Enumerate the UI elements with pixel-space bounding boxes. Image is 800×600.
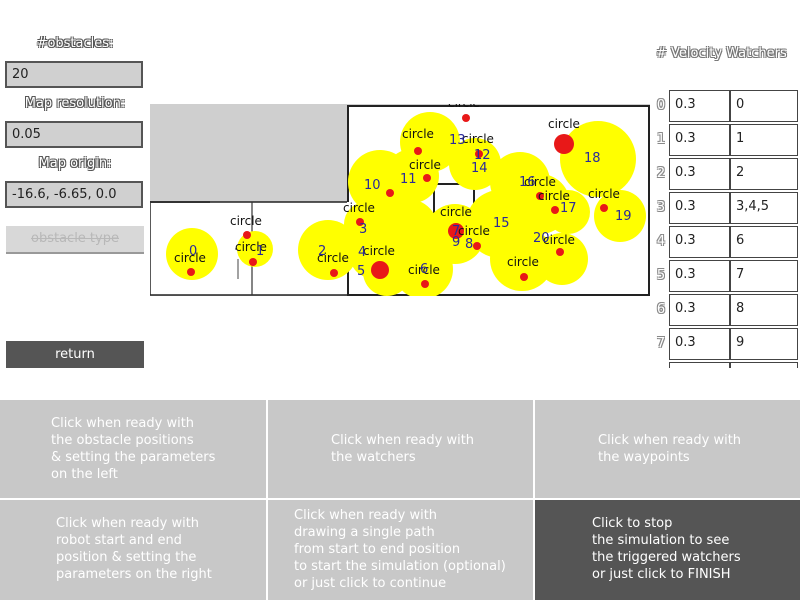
- step-obstacles-button[interactable]: Click when ready with the obstacle posit…: [0, 400, 266, 498]
- svg-text:8: 8: [465, 237, 473, 252]
- watcher-index: 0: [656, 98, 666, 113]
- svg-text:10: 10: [364, 178, 381, 193]
- watcher-ids-cell[interactable]: 8: [730, 294, 798, 326]
- svg-text:2: 2: [318, 244, 326, 259]
- velocity-watchers-table: 0 0.3 0 1 0.3 1 2 0.3 2 3 0.3 3,4,5 4 0.…: [654, 90, 800, 368]
- obstacles-input[interactable]: 20: [5, 61, 143, 88]
- watcher-ids-cell[interactable]: 2: [730, 158, 798, 190]
- velocity-watchers-title: # Velocity Watchers: [656, 46, 787, 61]
- watcher-index: 5: [656, 268, 666, 283]
- svg-text:circle: circle: [507, 255, 539, 269]
- svg-text:circle: circle: [230, 214, 262, 228]
- svg-text:6: 6: [420, 262, 428, 277]
- watcher-velocity-cell[interactable]: [669, 362, 730, 368]
- watcher-ids-cell[interactable]: 7: [730, 260, 798, 292]
- svg-text:15: 15: [493, 216, 510, 231]
- svg-text:circle: circle: [343, 201, 375, 215]
- svg-text:13: 13: [449, 133, 466, 148]
- svg-text:5: 5: [357, 264, 365, 279]
- svg-text:16: 16: [519, 175, 536, 190]
- watcher-index: 6: [656, 302, 666, 317]
- svg-text:circle: circle: [440, 205, 472, 219]
- watcher-ids-cell[interactable]: 1: [730, 124, 798, 156]
- map-resolution-input[interactable]: 0.05: [5, 121, 143, 148]
- watcher-index: 3: [656, 200, 666, 215]
- watcher-index: 2: [656, 166, 666, 181]
- svg-text:circle: circle: [458, 224, 490, 238]
- step-draw-path-button[interactable]: Click when ready with drawing a single p…: [268, 500, 533, 600]
- svg-text:3: 3: [359, 222, 367, 237]
- step-watchers-button[interactable]: Click when ready with the watchers: [268, 400, 533, 498]
- step-stop-simulation-button[interactable]: Click to stop the simulation to see the …: [535, 500, 800, 600]
- step-label: Click when ready with the watchers: [331, 433, 475, 465]
- watcher-ids-cell[interactable]: 0: [730, 90, 798, 122]
- watcher-index: 7: [656, 336, 666, 351]
- svg-text:circle: circle: [448, 104, 480, 110]
- watcher-velocity-cell[interactable]: 0.3: [669, 90, 730, 122]
- map-resolution-label: Map resolution:: [24, 96, 126, 111]
- watcher-velocity-cell[interactable]: 0.3: [669, 328, 730, 360]
- obstacle-type-dropdown: obstacle type: [6, 226, 144, 254]
- watcher-ids-cell[interactable]: 3,4,5: [730, 192, 798, 224]
- svg-text:18: 18: [584, 151, 601, 166]
- svg-text:17: 17: [560, 201, 577, 216]
- step-label: Click when ready with robot start and en…: [56, 516, 212, 582]
- svg-text:9: 9: [452, 235, 460, 250]
- svg-text:14: 14: [471, 161, 488, 176]
- svg-text:circle: circle: [548, 117, 580, 131]
- svg-text:circle: circle: [402, 127, 434, 141]
- map-origin-label: Map origin:: [38, 156, 112, 171]
- watcher-velocity-cell[interactable]: 0.3: [669, 192, 730, 224]
- step-waypoints-button[interactable]: Click when ready with the waypoints: [535, 400, 800, 498]
- return-button[interactable]: return: [6, 341, 144, 368]
- watcher-ids-cell[interactable]: 6: [730, 226, 798, 258]
- watcher-index: 1: [656, 132, 666, 147]
- svg-text:circle: circle: [462, 132, 494, 146]
- step-label: Click when ready with the obstacle posit…: [51, 416, 216, 482]
- step-label: Click when ready with the waypoints: [598, 433, 742, 465]
- step-robot-start-end-button[interactable]: Click when ready with robot start and en…: [0, 500, 266, 600]
- svg-text:20: 20: [533, 231, 550, 246]
- map-canvas[interactable]: circle circle circle circle circle circl…: [150, 104, 650, 296]
- svg-text:circle: circle: [588, 187, 620, 201]
- svg-text:19: 19: [615, 209, 632, 224]
- step-label: Click when ready with drawing a single p…: [294, 508, 506, 591]
- obstacles-label: #obstacles:: [36, 36, 114, 51]
- svg-text:11: 11: [400, 172, 417, 187]
- watcher-velocity-cell[interactable]: 0.3: [669, 226, 730, 258]
- svg-text:0: 0: [189, 244, 197, 259]
- map-origin-input[interactable]: -16.6, -6.65, 0.0: [5, 181, 143, 208]
- svg-text:4: 4: [358, 245, 366, 260]
- svg-text:1: 1: [256, 244, 264, 259]
- watcher-index: 4: [656, 234, 666, 249]
- svg-text:circle: circle: [363, 244, 395, 258]
- watcher-velocity-cell[interactable]: 0.3: [669, 124, 730, 156]
- step-label: Click to stop the simulation to see the …: [592, 516, 741, 582]
- watcher-velocity-cell[interactable]: 0.3: [669, 158, 730, 190]
- watcher-ids-cell[interactable]: [730, 362, 798, 368]
- watcher-velocity-cell[interactable]: 0.3: [669, 260, 730, 292]
- watcher-ids-cell[interactable]: 9: [730, 328, 798, 360]
- watcher-velocity-cell[interactable]: 0.3: [669, 294, 730, 326]
- svg-text:circle: circle: [409, 158, 441, 172]
